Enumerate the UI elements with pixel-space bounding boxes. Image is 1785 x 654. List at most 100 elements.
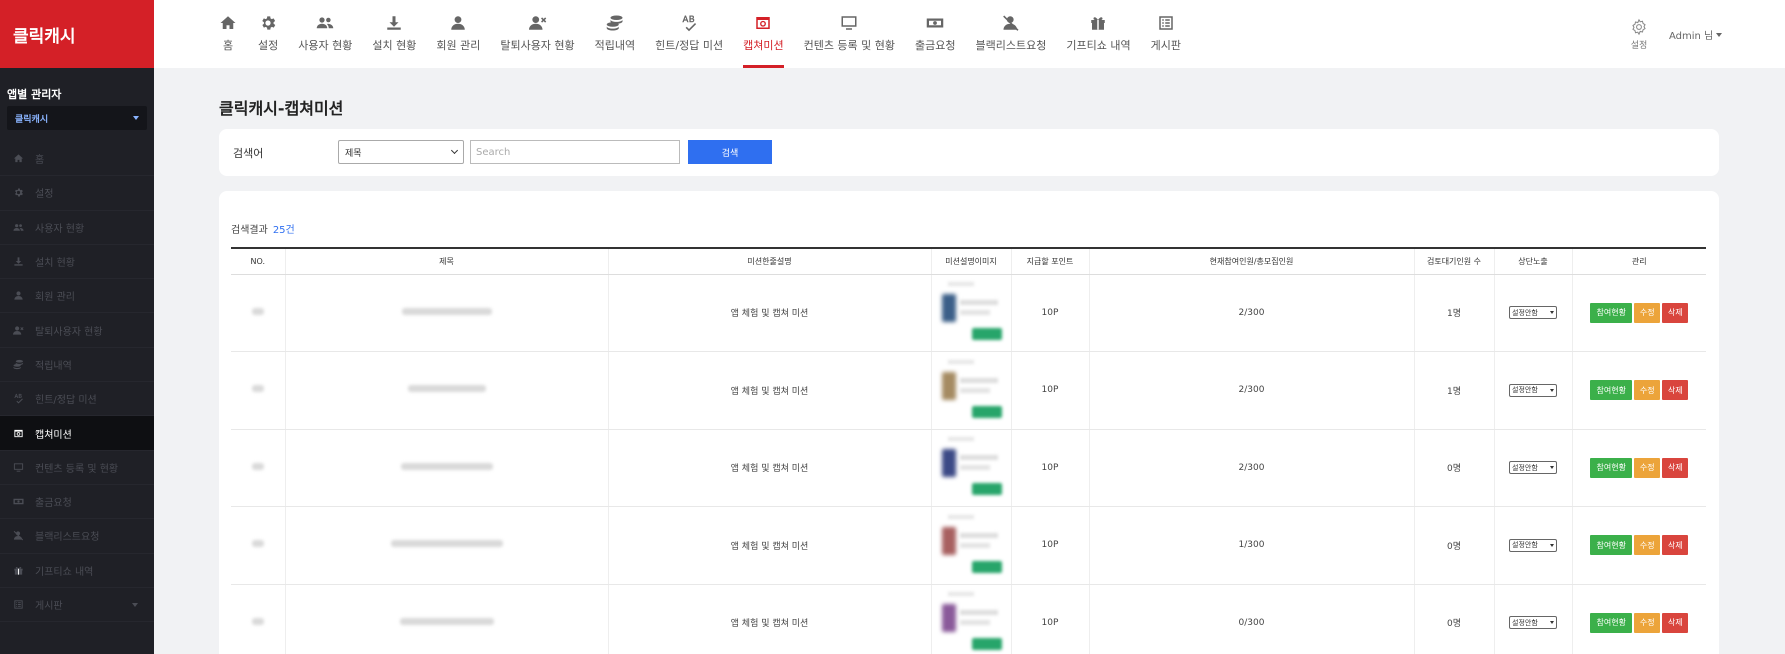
sidebar-item-users[interactable]: 사용자 현황	[0, 211, 154, 245]
cell-title[interactable]	[284, 351, 608, 430]
sidebar-item-spellcheck[interactable]: 힌트/정답 미션	[0, 382, 154, 417]
thumb-placeholder	[960, 387, 990, 393]
mission-image-thumbnail[interactable]	[940, 588, 1002, 654]
sidebar-item-icon-wrap	[11, 290, 25, 302]
result-count: 검색결과 25건	[231, 221, 295, 236]
topnav-item-users[interactable]: 사용자 현황	[298, 0, 352, 68]
brand-logo[interactable]: 클릭캐시	[0, 0, 154, 68]
edit-button[interactable]: 수정	[1634, 612, 1661, 633]
download-icon	[13, 257, 23, 266]
spellcheck-icon	[682, 15, 697, 32]
top-exposure-select[interactable]: 설정안함	[1509, 616, 1557, 630]
search-field-select[interactable]: 제목	[338, 140, 464, 164]
sidebar-item-monitor[interactable]: 컨텐츠 등록 및 현황	[0, 451, 154, 485]
sidebar-item-capture[interactable]: 캡쳐미션	[0, 416, 154, 451]
cell-actions: 참여현황 수정 삭제	[1571, 274, 1706, 352]
user-block-icon	[1003, 15, 1019, 31]
sidebar-item-download[interactable]: 설치 현황	[0, 245, 154, 280]
table-row[interactable]: 앱 체험 및 캡쳐 미션 10P 2/300 0명 설정안함 참여현황 수정 삭제	[231, 429, 1706, 507]
topnav-item-gift[interactable]: 기프티쇼 내역	[1066, 0, 1131, 68]
delete-button[interactable]: 삭제	[1662, 302, 1689, 323]
cell-description: 앱 체험 및 캡쳐 미션	[607, 351, 931, 430]
edit-button[interactable]: 수정	[1634, 535, 1661, 556]
top-settings-button[interactable]: 설정	[1630, 18, 1648, 51]
topnav-item-monitor[interactable]: 컨텐츠 등록 및 현황	[804, 0, 895, 68]
search-button[interactable]: 검색	[688, 140, 772, 164]
table-row[interactable]: 앱 체험 및 캡쳐 미션 10P 0/300 0명 설정안함 참여현황 수정 삭제	[231, 584, 1706, 654]
cell-title[interactable]	[284, 584, 608, 654]
delete-button[interactable]: 삭제	[1662, 457, 1689, 478]
app-admin-select[interactable]: 클릭캐시	[7, 106, 147, 130]
topnav-item-capture[interactable]: 캡쳐미션	[743, 0, 785, 68]
participation-button[interactable]: 참여현황	[1590, 457, 1633, 478]
top-exposure-select[interactable]: 설정안함	[1509, 538, 1557, 552]
top-exposure-select[interactable]: 설정안함	[1509, 383, 1557, 397]
sidebar-item-user-remove[interactable]: 탈퇴사용자 현황	[0, 313, 154, 348]
delete-button[interactable]: 삭제	[1662, 380, 1689, 401]
topnav-item-board[interactable]: 게시판	[1151, 0, 1181, 68]
sidebar-item-user-block[interactable]: 블랙리스트요청	[0, 519, 154, 554]
cell-title[interactable]	[284, 274, 608, 352]
search-input[interactable]	[470, 140, 680, 164]
top-exposure-value: 설정안함	[1512, 618, 1538, 627]
participation-button[interactable]: 참여현황	[1590, 380, 1633, 401]
table-row[interactable]: 앱 체험 및 캡쳐 미션 10P 2/300 1명 설정안함 참여현황 수정 삭제	[231, 351, 1706, 430]
sidebar-item-gear[interactable]: 설정	[0, 176, 154, 211]
sidebar-item-label: 사용자 현황	[35, 223, 85, 235]
top-exposure-select[interactable]: 설정안함	[1509, 306, 1557, 320]
sidebar-item-money[interactable]: 출금요청	[0, 485, 154, 520]
sidebar-item-label: 캡쳐미션	[35, 429, 72, 441]
caret-down-icon	[1550, 621, 1554, 625]
topnav-item-user-remove[interactable]: 탈퇴사용자 현황	[500, 0, 575, 68]
cell-points: 10P	[1010, 274, 1089, 352]
mission-image-thumbnail[interactable]	[940, 356, 1002, 422]
column-header: 현재참여인원/총모집인원	[1088, 247, 1414, 275]
topnav-item-spellcheck[interactable]: 힌트/정답 미션	[655, 0, 723, 68]
sidebar-item-home[interactable]: 홈	[0, 142, 154, 177]
topnav-item-label: 출금요청	[915, 39, 956, 52]
topnav-item-label: 컨텐츠 등록 및 현황	[803, 39, 896, 52]
column-header: NO.	[231, 247, 285, 275]
sidebar-item-board[interactable]: 게시판	[0, 588, 154, 623]
search-panel: 검색어 제목 검색	[219, 129, 1719, 176]
top-exposure-select[interactable]: 설정안함	[1509, 461, 1557, 475]
topnav-item-user-block[interactable]: 블랙리스트요청	[976, 0, 1046, 68]
caret-down-icon	[1550, 311, 1554, 315]
sidebar-item-user[interactable]: 회원 관리	[0, 279, 154, 314]
sidebar-item-icon-wrap	[11, 530, 25, 542]
sidebar-item-gift[interactable]: 기프티쇼 내역	[0, 554, 154, 588]
topnav-item-gear[interactable]: 설정	[258, 0, 278, 68]
edit-button[interactable]: 수정	[1634, 457, 1661, 478]
sidebar-item-label: 출금요청	[35, 498, 72, 510]
cell-pending: 0명	[1413, 429, 1494, 507]
sidebar-item-icon-wrap	[11, 461, 25, 473]
mission-image-thumbnail[interactable]	[940, 433, 1002, 499]
topnav-item-coins[interactable]: 적립내역	[595, 0, 635, 68]
thumb-placeholder	[972, 638, 1002, 651]
topnav-item-download[interactable]: 설치 현황	[372, 0, 416, 68]
home-icon	[13, 154, 23, 163]
cell-top-exposure: 설정안함	[1493, 506, 1572, 585]
admin-menu[interactable]: Admin 님	[1669, 27, 1723, 42]
mission-image-thumbnail[interactable]	[940, 511, 1002, 577]
topnav-item-home[interactable]: 홈	[218, 0, 238, 68]
table-row[interactable]: 앱 체험 및 캡쳐 미션 10P 2/300 1명 설정안함 참여현황 수정 삭제	[231, 274, 1706, 352]
cell-title[interactable]	[284, 429, 608, 507]
topnav-item-money[interactable]: 출금요청	[915, 0, 956, 68]
sidebar-item-coins[interactable]: 적립내역	[0, 348, 154, 383]
mission-image-thumbnail[interactable]	[940, 278, 1002, 344]
delete-button[interactable]: 삭제	[1662, 612, 1689, 633]
edit-button[interactable]: 수정	[1634, 380, 1661, 401]
caret-down-icon	[1550, 543, 1554, 547]
topnav-item-user[interactable]: 회원 관리	[436, 0, 480, 68]
participation-button[interactable]: 참여현황	[1590, 612, 1633, 633]
cell-description: 앱 체험 및 캡쳐 미션	[607, 429, 931, 507]
edit-button[interactable]: 수정	[1634, 302, 1661, 323]
participation-button[interactable]: 참여현황	[1590, 535, 1633, 556]
coins-icon	[606, 15, 623, 31]
cell-points: 10P	[1010, 506, 1089, 585]
participation-button[interactable]: 참여현황	[1590, 302, 1633, 323]
table-row[interactable]: 앱 체험 및 캡쳐 미션 10P 1/300 0명 설정안함 참여현황 수정 삭제	[231, 506, 1706, 585]
delete-button[interactable]: 삭제	[1662, 535, 1689, 556]
cell-title[interactable]	[284, 506, 608, 585]
